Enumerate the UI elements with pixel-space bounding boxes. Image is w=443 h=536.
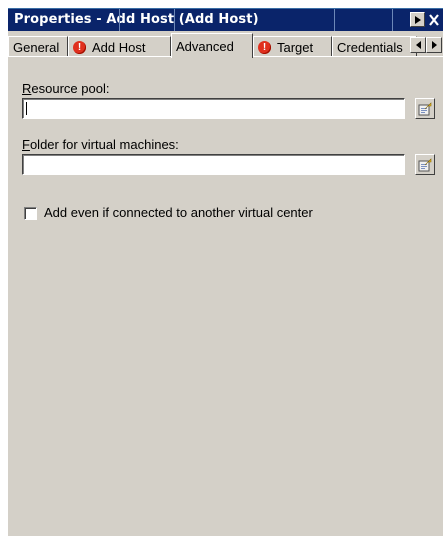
- resource-pool-label: Resource pool:: [22, 81, 110, 96]
- close-button[interactable]: [427, 12, 441, 28]
- tab-label: Advanced: [176, 38, 234, 54]
- warning-icon: !: [73, 40, 86, 54]
- browse-icon: [418, 157, 432, 171]
- title-divider: [174, 9, 175, 32]
- tab-scroll-left-button[interactable]: [410, 37, 426, 53]
- properties-panel: Properties - Add Host (Add Host) General…: [8, 8, 443, 536]
- resource-pool-browse-button[interactable]: [415, 98, 435, 119]
- warning-icon: !: [258, 40, 271, 54]
- tab-label: Add Host: [92, 39, 146, 55]
- tab-target[interactable]: ! Target: [253, 36, 332, 57]
- title-divider: [334, 9, 335, 32]
- folder-input[interactable]: [22, 154, 405, 175]
- folder-browse-button[interactable]: [415, 154, 435, 175]
- tab-credentials[interactable]: Credentials: [332, 36, 417, 57]
- text-caret: [26, 102, 27, 115]
- tab-label: Credentials: [337, 39, 403, 55]
- arrow-left-icon: [415, 41, 421, 49]
- tab-label: Target: [277, 39, 314, 55]
- tab-label: General: [13, 39, 60, 55]
- window-title: Properties - Add Host (Add Host): [14, 12, 259, 27]
- add-even-connected-label[interactable]: Add even if connected to another virtual…: [44, 205, 313, 220]
- title-divider: [392, 9, 393, 32]
- arrow-right-icon: [431, 41, 437, 49]
- browse-icon: [418, 101, 432, 115]
- title-nav-button[interactable]: [410, 12, 425, 27]
- resource-pool-input[interactable]: [22, 98, 405, 119]
- tab-add-host[interactable]: ! Add Host: [68, 36, 171, 57]
- tab-general[interactable]: General: [8, 36, 68, 57]
- tab-scroll-right-button[interactable]: [426, 37, 442, 53]
- add-even-connected-checkbox[interactable]: [24, 207, 37, 220]
- tab-advanced[interactable]: Advanced: [171, 33, 253, 58]
- folder-label: Folder for virtual machines:: [22, 137, 179, 152]
- title-divider: [119, 9, 120, 32]
- tab-strip: General ! Add Host Advanced ! Target Cre…: [8, 31, 443, 58]
- title-bar[interactable]: Properties - Add Host (Add Host): [8, 8, 443, 32]
- close-icon: [429, 14, 439, 26]
- arrow-right-icon: [414, 15, 421, 24]
